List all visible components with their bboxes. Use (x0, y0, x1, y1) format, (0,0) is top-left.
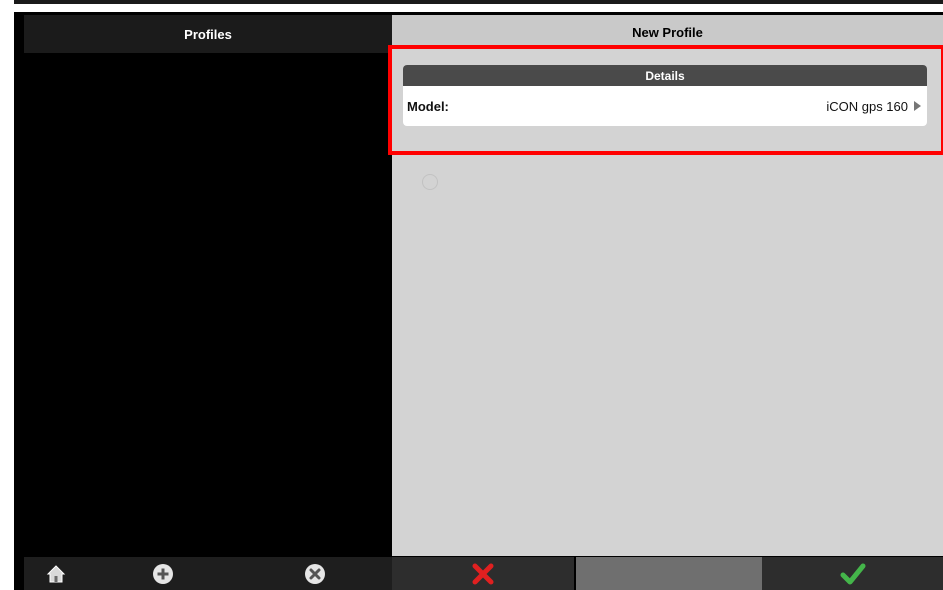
profiles-header: Profiles (24, 15, 392, 53)
new-profile-header: New Profile (392, 15, 943, 49)
empty-button[interactable] (576, 557, 762, 590)
green-check-icon (840, 563, 865, 584)
cancel-button[interactable] (392, 557, 574, 590)
confirm-button[interactable] (762, 557, 943, 590)
red-x-icon (472, 563, 494, 584)
x-circle-icon (305, 563, 325, 584)
plus-circle-icon (153, 563, 173, 584)
bottom-toolbar (24, 557, 943, 590)
highlight-box (388, 45, 943, 155)
add-profile-button[interactable] (88, 557, 238, 590)
profiles-panel: Profiles (24, 15, 392, 556)
radio-circle[interactable] (422, 174, 438, 190)
home-icon (46, 564, 66, 582)
top-divider (14, 0, 943, 4)
remove-profile-button[interactable] (238, 557, 392, 590)
home-button[interactable] (24, 557, 88, 590)
